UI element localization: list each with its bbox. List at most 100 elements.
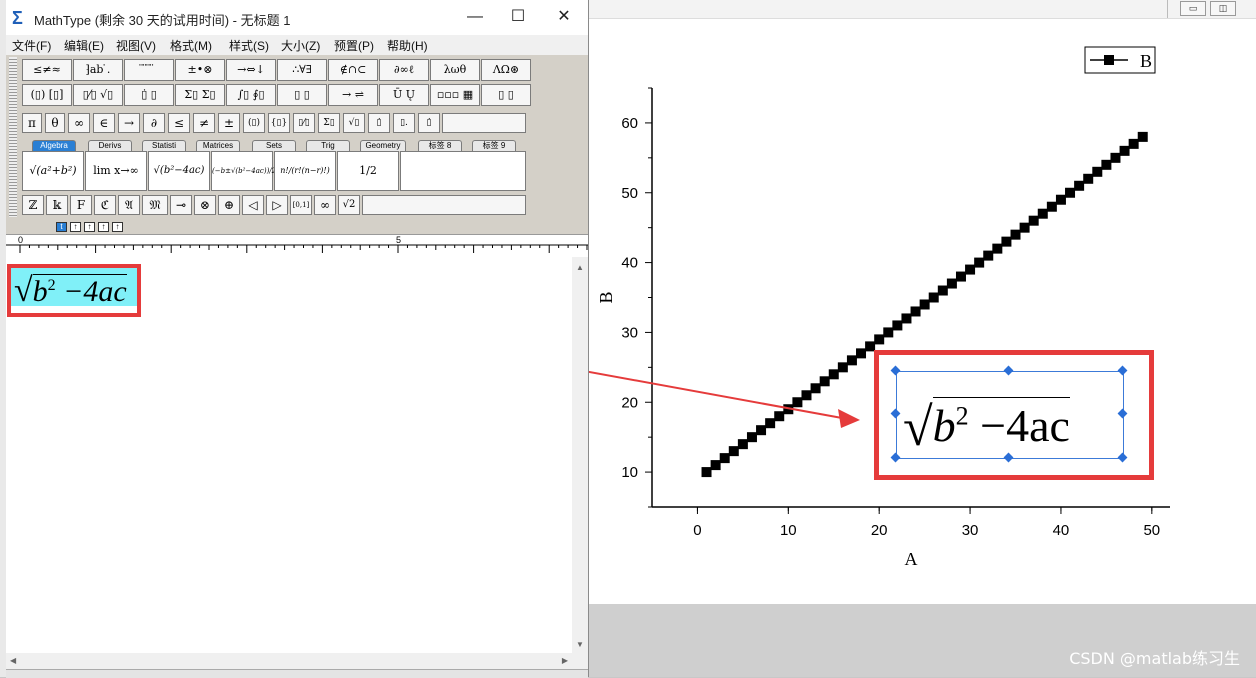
chart-legend[interactable]: B [1084, 46, 1156, 74]
tab-statistics[interactable]: Statisti [142, 140, 186, 151]
subscripts-palette[interactable]: ▯̇ ▯ [124, 84, 174, 106]
less-equal-symbol[interactable]: ≤ [168, 113, 190, 133]
sqrt2-symbol[interactable]: √2 [338, 195, 360, 215]
fractions-radicals-palette[interactable]: ▯⁄▯ √▯ [73, 84, 123, 106]
sqrt-template[interactable]: √▯ [343, 113, 365, 133]
partial-symbol[interactable]: ∂ [143, 113, 165, 133]
scroll-up-icon[interactable]: ▲ [576, 263, 584, 272]
sets-palette[interactable]: ∉∩⊂ [328, 59, 378, 81]
level-4-icon[interactable]: ↑ [98, 222, 109, 232]
not-equal-symbol[interactable]: ≠ [193, 113, 215, 133]
minimize-button[interactable]: — [460, 6, 490, 28]
summations-palette[interactable]: Σ▯ Σ▯ [175, 84, 225, 106]
empty-bottom-slot[interactable] [362, 195, 526, 215]
parens-template[interactable]: (▯) [243, 113, 265, 133]
misc-symbols-palette[interactable]: ∂∞ℓ [379, 59, 429, 81]
integers-symbol[interactable]: ℤ [22, 195, 44, 215]
labeled-arrows-palette[interactable]: → ⇌ [328, 84, 378, 106]
script-f-symbol[interactable]: F [70, 195, 92, 215]
scroll-down-icon[interactable]: ▼ [576, 640, 584, 649]
menu-view[interactable]: 视图(V) [116, 37, 156, 54]
menu-edit[interactable]: 编辑(E) [64, 37, 104, 54]
level-2-icon[interactable]: ↑ [70, 222, 81, 232]
superscript-template[interactable]: ▯̇ [368, 113, 390, 133]
empty-slot[interactable] [442, 113, 526, 133]
template-binomial[interactable]: n!/(r!(n−r)!) [274, 151, 336, 191]
infinity-symbol[interactable]: ∞ [68, 113, 90, 133]
products-palette[interactable]: Ū Ų [379, 84, 429, 106]
fraktur-a-symbol[interactable]: 𝔄 [118, 195, 140, 215]
tab-sets[interactable]: Sets [252, 140, 296, 151]
tab-geometry[interactable]: Geometry [360, 140, 406, 151]
greek-upper-palette[interactable]: ΛΩ⊛ [481, 59, 531, 81]
template-quadratic[interactable]: (−b±√(b²−4ac))/2a [211, 151, 280, 191]
x-tick-label: 40 [1053, 522, 1070, 539]
scroll-left-icon[interactable]: ◀ [10, 656, 16, 665]
matrices-palette[interactable]: ▫▫▫ ▦ [430, 84, 480, 106]
arrows-palette[interactable]: →⇔↓ [226, 59, 276, 81]
tab-matrices[interactable]: Matrices [196, 140, 240, 151]
close-button[interactable]: ✕ [549, 6, 579, 28]
plus-minus-symbol[interactable]: ± [218, 113, 240, 133]
menu-help[interactable]: 帮助(H) [387, 37, 428, 54]
menu-file[interactable]: 文件(F) [12, 37, 51, 54]
element-of-symbol[interactable]: ∈ [93, 113, 115, 133]
radical-sign: √ [903, 397, 933, 458]
level-5-icon[interactable]: ↑ [112, 222, 123, 232]
data-point [1001, 236, 1012, 247]
field-k-symbol[interactable]: 𝕜 [46, 195, 68, 215]
subsup-template[interactable]: ▯̇ [418, 113, 440, 133]
greek-lower-palette[interactable]: λωθ [430, 59, 480, 81]
fraction-template[interactable]: ▯⁄▯ [293, 113, 315, 133]
embellishments-palette[interactable]: ̈ ̈ ̈ ̈ [124, 59, 174, 81]
embedded-equation-object[interactable]: √b2 −4ac [896, 371, 1124, 459]
boxes-palette[interactable]: ▯ ▯ [481, 84, 531, 106]
spaces-palette[interactable]: ⁆ab ̇. [73, 59, 123, 81]
sum-template[interactable]: Σ▯ [318, 113, 340, 133]
relations-palette[interactable]: ≤≠≈ [22, 59, 72, 81]
toolbar-grip[interactable] [9, 57, 17, 217]
multimap-symbol[interactable]: ⊸ [170, 195, 192, 215]
tab-9[interactable]: 标签 9 [472, 140, 516, 151]
horizontal-scrollbar[interactable]: ◀ ▶ [6, 653, 572, 669]
tab-derivs[interactable]: Derivs [88, 140, 132, 151]
fraktur-m-symbol[interactable]: 𝔐 [142, 195, 168, 215]
fraktur-c-symbol[interactable]: ℭ [94, 195, 116, 215]
vertical-scrollbar[interactable]: ▲ ▼ [572, 257, 588, 653]
template-hypotenuse[interactable]: √(a²+b²) [22, 151, 84, 191]
template-limit[interactable]: lim x→∞ [85, 151, 147, 191]
data-point [1110, 152, 1121, 163]
infinity-symbol-2[interactable]: ∞ [314, 195, 336, 215]
bars-palette[interactable]: ▯ ▯ [277, 84, 327, 106]
scroll-right-icon[interactable]: ▶ [562, 656, 568, 665]
logic-palette[interactable]: ∴∀∃ [277, 59, 327, 81]
braces-template[interactable]: {▯} [268, 113, 290, 133]
operators-palette[interactable]: ±•⊗ [175, 59, 225, 81]
pi-symbol[interactable]: π [22, 113, 42, 133]
interval-symbol[interactable]: [0,1] [290, 195, 312, 215]
menu-size[interactable]: 大小(Z) [281, 37, 320, 54]
right-arrow-symbol[interactable]: → [118, 113, 140, 133]
fences-palette[interactable]: (▯) [▯] [22, 84, 72, 106]
integrals-palette[interactable]: ∫▯ ∮▯ [226, 84, 276, 106]
level-3-icon[interactable]: ↑ [84, 222, 95, 232]
right-triangle-symbol[interactable]: ▷ [266, 195, 288, 215]
template-half[interactable]: 1/2 [337, 151, 399, 191]
menu-preferences[interactable]: 预置(P) [334, 37, 374, 54]
template-empty[interactable] [400, 151, 526, 191]
oplus-symbol[interactable]: ⊕ [218, 195, 240, 215]
theta-symbol[interactable]: θ [45, 113, 65, 133]
level-1-icon[interactable]: t [56, 222, 67, 232]
tab-algebra[interactable]: Algebra [32, 140, 76, 151]
menu-style[interactable]: 样式(S) [229, 37, 269, 54]
tab-8[interactable]: 标签 8 [418, 140, 462, 151]
menu-format[interactable]: 格式(M) [170, 37, 212, 54]
template-discriminant[interactable]: √(b²−4ac) [148, 151, 210, 191]
left-triangle-symbol[interactable]: ◁ [242, 195, 264, 215]
tab-trig[interactable]: Trig [306, 140, 350, 151]
subscript-template[interactable]: ▯. [393, 113, 415, 133]
data-point [955, 271, 966, 282]
maximize-button[interactable]: ☐ [503, 6, 533, 28]
ruler[interactable]: 0 5 [6, 234, 588, 258]
otimes-symbol[interactable]: ⊗ [194, 195, 216, 215]
